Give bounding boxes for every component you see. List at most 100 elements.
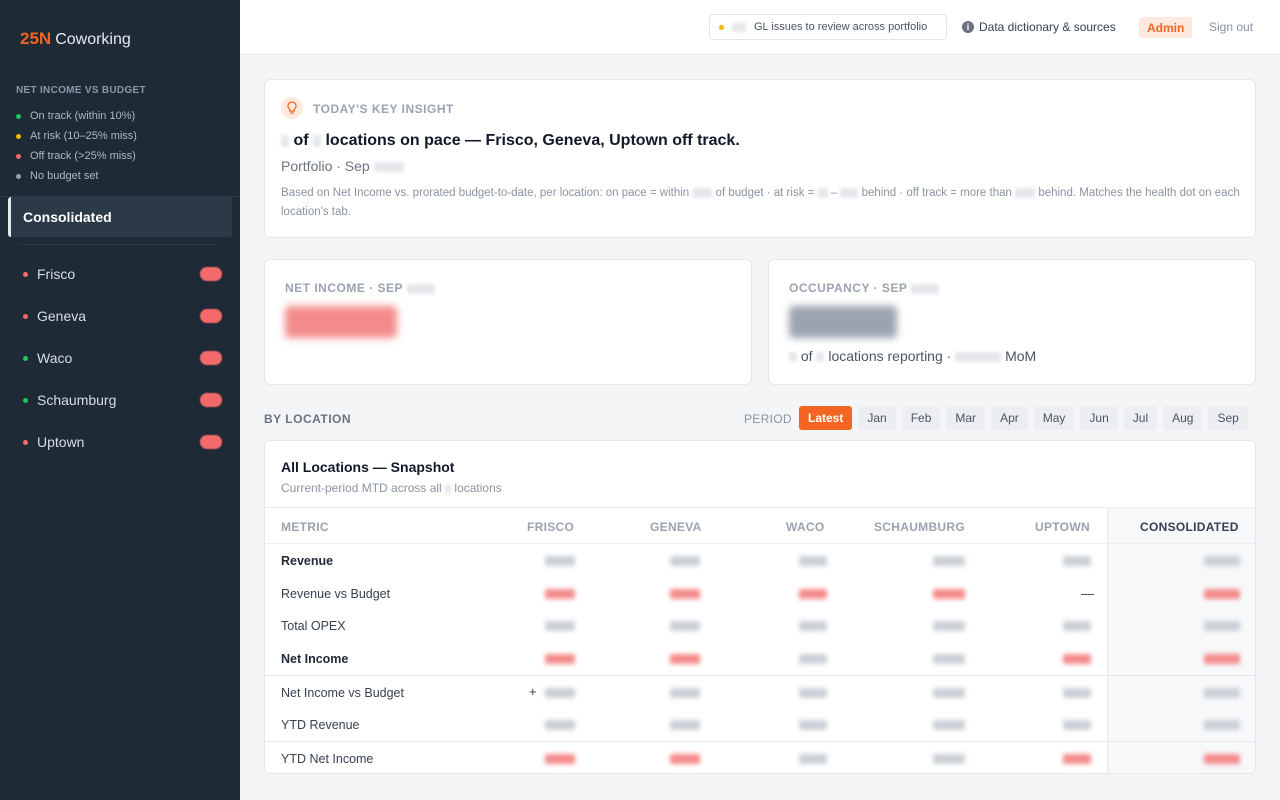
table-row: Revenue vs Budget — bbox=[265, 577, 1255, 610]
lightbulb-icon bbox=[281, 97, 303, 119]
status-dot-icon bbox=[23, 439, 28, 445]
metric-label: Net Income vs Budget bbox=[281, 686, 404, 700]
table-cell-value bbox=[799, 754, 827, 764]
table-cell-value bbox=[933, 556, 965, 566]
period-may[interactable]: May bbox=[1033, 406, 1075, 430]
metric-label: Net Income bbox=[281, 652, 349, 666]
sidebar-item-consolidated[interactable]: Consolidated bbox=[8, 197, 232, 237]
desc-part: of budget · at risk = bbox=[715, 187, 815, 199]
column-header-waco: WACO bbox=[786, 520, 825, 534]
snapshot-table-card: All Locations — Snapshot Current-period … bbox=[264, 440, 1256, 774]
table-row: Total OPEX bbox=[265, 609, 1255, 642]
period-mar[interactable]: Mar bbox=[946, 406, 986, 430]
table-cell-value bbox=[670, 654, 700, 664]
status-badge bbox=[200, 351, 222, 365]
column-header-consolidated: CONSOLIDATED bbox=[1140, 520, 1239, 534]
table-cell-value bbox=[670, 688, 700, 698]
period-sep[interactable]: Sep bbox=[1208, 406, 1248, 430]
table-cell-value bbox=[1204, 754, 1240, 764]
table-row: YTD Net Income bbox=[265, 741, 1255, 773]
sidebar-item-schaumburg[interactable]: Schaumburg bbox=[8, 383, 232, 417]
insight-label: TODAY'S KEY INSIGHT bbox=[313, 102, 454, 116]
plus-sign: + bbox=[529, 684, 537, 699]
table-cell-value bbox=[1204, 654, 1240, 664]
occ-reporting: locations reporting · bbox=[828, 348, 952, 364]
period-jun[interactable]: Jun bbox=[1080, 406, 1118, 430]
insight-of: of bbox=[293, 132, 309, 149]
sidebar-item-label: Uptown bbox=[37, 434, 85, 450]
table-cell-value bbox=[1063, 688, 1091, 698]
period-jan[interactable]: Jan bbox=[858, 406, 896, 430]
table-cell-value bbox=[1204, 556, 1240, 566]
period-latest[interactable]: Latest bbox=[799, 406, 853, 430]
table-cell-value bbox=[933, 720, 965, 730]
table-row: YTD Revenue bbox=[265, 708, 1255, 741]
sidebar-item-waco[interactable]: Waco bbox=[8, 341, 232, 375]
table-sub-a: Current-period MTD across all bbox=[281, 481, 442, 495]
table-cell-value bbox=[670, 621, 700, 631]
table-cell-value bbox=[545, 654, 575, 664]
gl-issue-count bbox=[732, 22, 746, 32]
sidebar-divider bbox=[20, 244, 218, 245]
metric-label: YTD Revenue bbox=[281, 718, 360, 732]
occupancy-subtext: of locations reporting · MoM bbox=[789, 348, 1036, 364]
period-label: PERIOD bbox=[744, 412, 792, 426]
table-cell-value bbox=[933, 754, 965, 764]
metric-label: Revenue vs Budget bbox=[281, 587, 391, 601]
status-badge bbox=[200, 393, 222, 407]
empty-value-dash: — bbox=[1081, 586, 1094, 601]
brand-mark: 25N bbox=[20, 29, 52, 48]
status-legend: On track (within 10%) At risk (10–25% mi… bbox=[16, 106, 137, 186]
legend-title: NET INCOME VS BUDGET bbox=[16, 85, 146, 96]
status-badge bbox=[200, 309, 222, 323]
data-dictionary-link[interactable]: i Data dictionary & sources bbox=[962, 20, 1116, 34]
occ-mom: MoM bbox=[1005, 348, 1037, 364]
table-cell-value bbox=[670, 556, 700, 566]
table-cell-value bbox=[670, 589, 700, 599]
metric-label: Revenue bbox=[281, 554, 334, 568]
legend-label: At risk (10–25% miss) bbox=[30, 130, 137, 142]
occupancy-card: OCCUPANCY · SEP of locations reporting ·… bbox=[768, 259, 1256, 385]
kpi-label-text: OCCUPANCY · SEP bbox=[789, 281, 908, 295]
info-icon: i bbox=[962, 21, 974, 33]
insight-description: Based on Net Income vs. prorated budget-… bbox=[281, 187, 1240, 218]
period-aug[interactable]: Aug bbox=[1163, 406, 1203, 430]
period-apr[interactable]: Apr bbox=[991, 406, 1028, 430]
sidebar-item-frisco[interactable]: Frisco bbox=[8, 257, 232, 291]
table-cell-value bbox=[1063, 654, 1091, 664]
table-cell-value bbox=[933, 688, 965, 698]
red-dot-icon bbox=[16, 153, 21, 159]
table-cell-value bbox=[799, 654, 827, 664]
table-cell-value bbox=[933, 589, 965, 599]
kpi-label: OCCUPANCY · SEP bbox=[789, 281, 940, 295]
table-cell-value bbox=[1204, 589, 1240, 599]
green-dot-icon bbox=[16, 113, 21, 119]
table-cell-value bbox=[670, 754, 700, 764]
table-cell-value bbox=[933, 621, 965, 631]
insight-period: Portfolio · Sep bbox=[281, 158, 370, 174]
table-cell-value bbox=[799, 589, 827, 599]
by-location-title: BY LOCATION bbox=[264, 412, 352, 426]
occ-of: of bbox=[800, 348, 813, 364]
desc-part: Based on Net Income vs. prorated budget-… bbox=[281, 187, 690, 199]
sidebar-item-geneva[interactable]: Geneva bbox=[8, 299, 232, 333]
table-cell-value bbox=[1204, 688, 1240, 698]
insight-headline-text: locations on pace — Frisco, Geneva, Upto… bbox=[325, 132, 740, 149]
yellow-dot-icon bbox=[16, 133, 21, 139]
sign-out-link[interactable]: Sign out bbox=[1209, 20, 1253, 34]
table-cell-value bbox=[545, 720, 575, 730]
table-cell-value bbox=[1063, 754, 1091, 764]
gl-issues-chip[interactable]: GL issues to review across portfolio bbox=[709, 14, 947, 40]
sidebar-item-uptown[interactable]: Uptown bbox=[8, 425, 232, 459]
status-badge bbox=[200, 435, 222, 449]
admin-badge[interactable]: Admin bbox=[1139, 17, 1193, 38]
legend-item-on-track: On track (within 10%) bbox=[16, 106, 137, 126]
table-cell-value bbox=[799, 720, 827, 730]
sidebar-item-label: Frisco bbox=[37, 266, 76, 282]
period-feb[interactable]: Feb bbox=[901, 406, 941, 430]
table-row: Net Income vs Budget + bbox=[265, 675, 1255, 708]
brand-logo[interactable]: 25N Coworking bbox=[20, 29, 131, 49]
table-cell-value bbox=[1063, 621, 1091, 631]
sidebar-item-label: Geneva bbox=[37, 308, 87, 324]
period-jul[interactable]: Jul bbox=[1123, 406, 1158, 430]
